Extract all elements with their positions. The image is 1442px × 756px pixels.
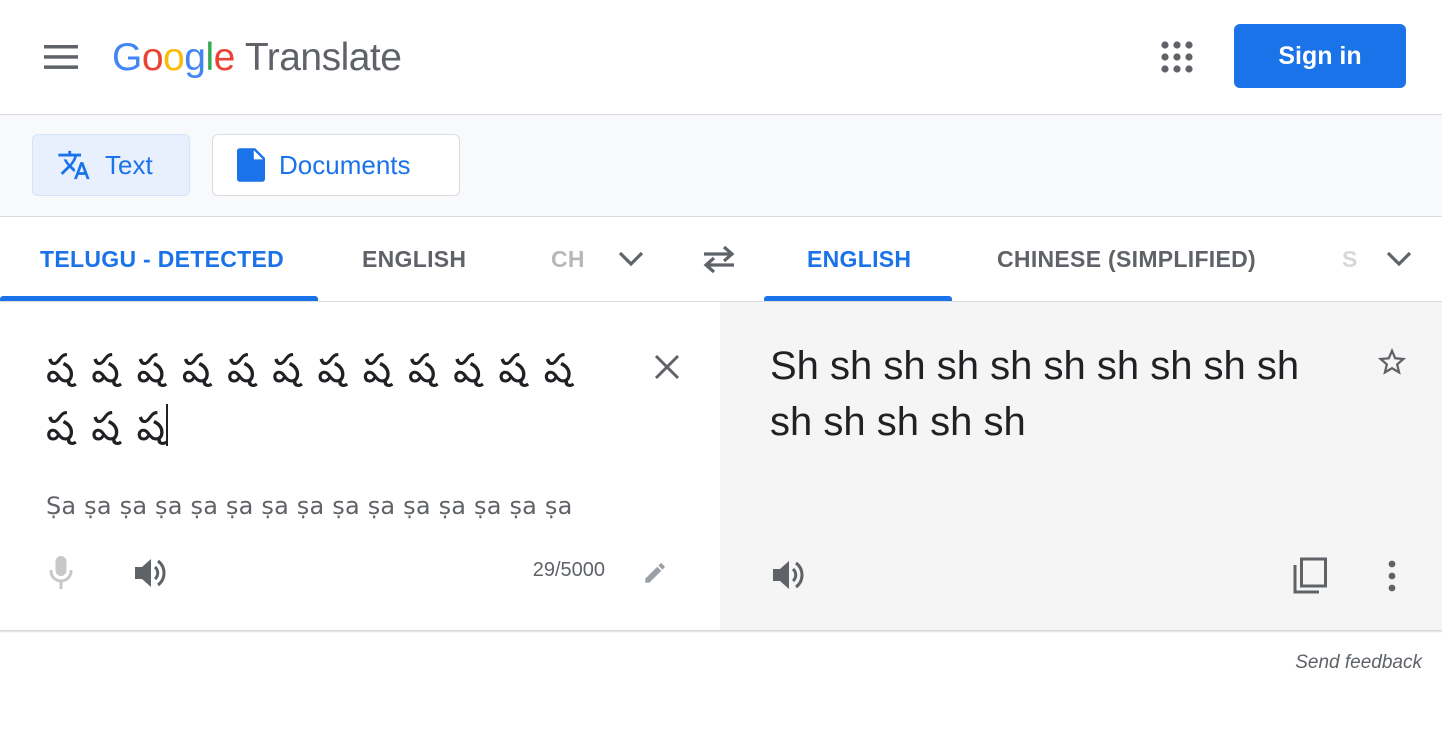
source-lang-partial-label: CH: [551, 245, 585, 272]
edit-source-button[interactable]: [634, 552, 676, 594]
close-icon: [654, 354, 680, 380]
text-mode-button[interactable]: Text: [32, 134, 190, 196]
logo-letter: G: [112, 36, 142, 79]
source-lang-tab-detected[interactable]: TELUGU - DETECTED: [40, 217, 284, 301]
target-panel: Sh sh sh sh sh sh sh sh sh sh sh sh sh s…: [720, 302, 1442, 630]
save-translation-button[interactable]: [1368, 338, 1416, 386]
main-menu-button[interactable]: [30, 26, 92, 88]
listen-source-button[interactable]: [128, 550, 174, 596]
sign-in-button[interactable]: Sign in: [1234, 24, 1406, 88]
swap-arrows-icon: [703, 245, 735, 273]
product-name: Translate: [244, 36, 402, 79]
pencil-icon: [645, 563, 665, 583]
copy-translation-button[interactable]: [1286, 552, 1334, 600]
logo-letter: o: [163, 36, 185, 79]
target-lang-partial-label: S: [1342, 245, 1358, 272]
source-text-value: ష ష ష ష ష ష ష ష ష ష ష ష ష ష ష: [46, 346, 573, 450]
speaker-icon: [773, 561, 804, 589]
source-text-input[interactable]: ష ష ష ష ష ష ష ష ష ష ష ష ష ష ష: [46, 340, 616, 456]
app-header: Google Translate Sign in: [0, 0, 1442, 115]
source-transliteration: Ṣa ṣa ṣa ṣa ṣa ṣa ṣa ṣa ṣa ṣa ṣa ṣa ṣa ṣ…: [46, 492, 573, 520]
source-lang-more-button[interactable]: [609, 237, 653, 281]
text-caret: [166, 404, 168, 446]
text-mode-label: Text: [105, 149, 153, 180]
target-lang-tab-chinese-simplified[interactable]: CHINESE (SIMPLIFIED): [997, 217, 1256, 301]
clear-source-button[interactable]: [642, 342, 692, 392]
source-panel: ష ష ష ష ష ష ష ష ష ష ష ష ష ష ష Ṣa ṣa ṣa ṣ…: [0, 302, 720, 630]
target-lang-english-label: ENGLISH: [807, 245, 912, 272]
star-icon: [1377, 347, 1407, 375]
swap-languages-button[interactable]: [697, 237, 741, 281]
chevron-down-icon: [618, 251, 644, 267]
microphone-icon: [49, 556, 73, 589]
source-lang-tab-english[interactable]: ENGLISH: [362, 217, 466, 301]
google-apps-button[interactable]: [1146, 26, 1208, 88]
logo-letter: e: [213, 36, 236, 79]
google-translate-logo[interactable]: Google Translate: [112, 30, 402, 86]
mode-bar: Text Documents: [0, 115, 1442, 217]
target-lang-chinese-label: CHINESE (SIMPLIFIED): [997, 245, 1257, 272]
target-lang-more-button[interactable]: [1377, 237, 1421, 281]
language-bar: TELUGU - DETECTED ENGLISH CH ENGLISH CHI…: [0, 217, 1442, 302]
documents-mode-label: Documents: [279, 149, 411, 180]
logo-letter: g: [184, 36, 206, 79]
menu-icon: [44, 45, 78, 69]
source-lang-detected-label: TELUGU - DETECTED: [40, 245, 285, 272]
more-vert-icon: [1388, 560, 1396, 592]
apps-grid-icon: [1161, 41, 1193, 73]
source-lang-tab-partial[interactable]: CH: [551, 217, 585, 301]
logo-letter: o: [141, 36, 164, 79]
target-lang-active-indicator: [764, 296, 952, 301]
more-options-button[interactable]: [1370, 552, 1414, 600]
panel-shadow: [0, 630, 1442, 633]
translation-output: Sh sh sh sh sh sh sh sh sh sh sh sh sh s…: [770, 344, 1300, 444]
source-lang-english-label: ENGLISH: [362, 245, 467, 272]
logo-letter: l: [205, 36, 214, 79]
character-count: 29/5000: [532, 559, 605, 581]
documents-mode-button[interactable]: Documents: [212, 134, 460, 196]
target-lang-tab-english[interactable]: ENGLISH: [807, 217, 911, 301]
translate-icon: [57, 148, 91, 182]
chevron-down-icon: [1386, 251, 1412, 267]
send-feedback-link[interactable]: Send feedback: [1295, 652, 1422, 674]
voice-input-button[interactable]: [38, 550, 84, 596]
speaker-icon: [135, 559, 166, 587]
listen-translation-button[interactable]: [766, 552, 812, 598]
document-icon: [237, 148, 265, 182]
source-lang-active-indicator: [0, 296, 318, 301]
copy-icon: [1293, 557, 1327, 594]
google-wordmark: Google: [112, 36, 235, 80]
target-lang-tab-partial[interactable]: S: [1342, 217, 1358, 301]
